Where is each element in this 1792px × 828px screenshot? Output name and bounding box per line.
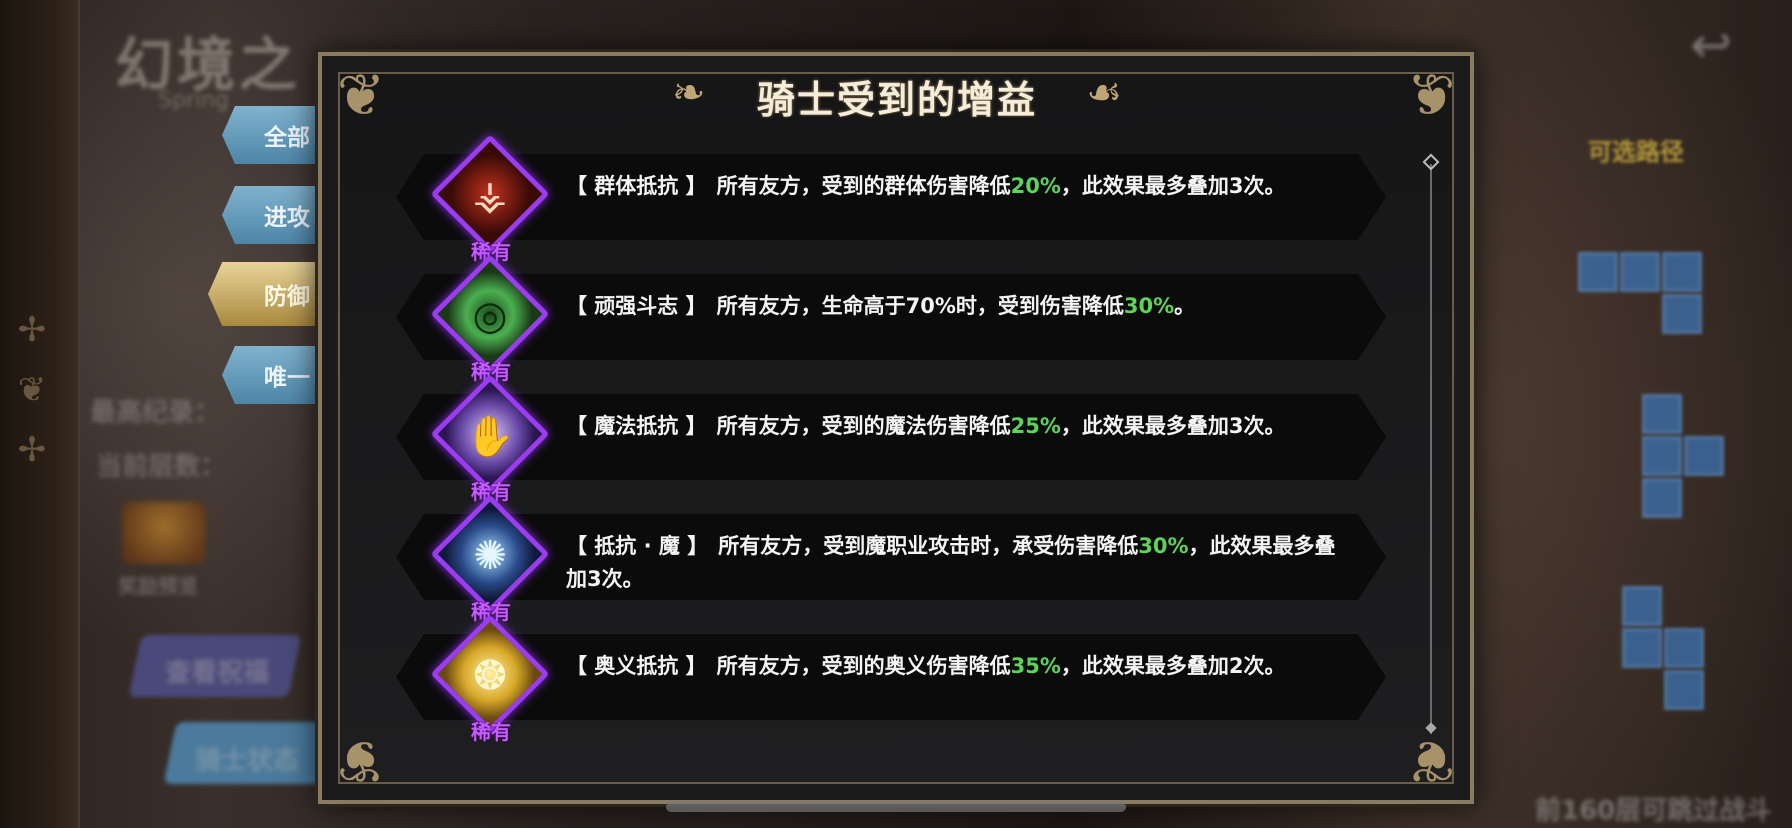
buff-percent: 30% — [1123, 294, 1175, 318]
golden-orb-icon: ❂ — [473, 653, 507, 699]
treasure-chest-icon[interactable] — [122, 502, 206, 564]
knight-status-label: 骑士状态 — [195, 746, 300, 776]
magic-shield-icon: ✺ — [473, 533, 507, 579]
buff-percent: 30% — [1138, 534, 1189, 558]
buff-percent: 35% — [1010, 654, 1061, 678]
reward-preview-label: 奖励预览 — [118, 574, 198, 598]
buff-description: 【 魔法抵抗 】所有友方，受到的魔法伤害降低25%，此效果最多叠加3次。 — [566, 414, 1286, 438]
corner-ornament-icon: ❦ — [336, 727, 386, 795]
back-arrow-icon[interactable]: ↩ — [1690, 20, 1760, 70]
buff-description: 【 奥义抵抗 】所有友方，受到的奥义伤害降低35%，此效果最多叠加2次。 — [566, 654, 1286, 678]
rarity-label: 稀有 — [471, 720, 511, 744]
optional-path-label: 可选路径 — [1588, 138, 1684, 166]
buff-icon-wrap: ◎ 稀有 — [430, 254, 550, 390]
best-record-label: 最高纪录： — [90, 398, 221, 428]
home-indicator[interactable] — [666, 802, 1126, 812]
buff-icon-wrap: ✺ 稀有 — [430, 494, 550, 630]
buff-description: 【 抵抗 · 魔 】所有友方，受到魔职业攻击时，承受伤害降低30%，此效果最多叠… — [566, 534, 1336, 591]
buff-name: 【 魔法抵抗 】 — [566, 414, 707, 438]
buff-percent: 20% — [1010, 174, 1061, 198]
magic-hand-icon: ✋ — [465, 413, 515, 460]
buff-description: 【 顽强斗志 】所有友方，生命高于70%时，受到伤害降低30%。 — [566, 294, 1196, 318]
claw-icon: ⚶ — [473, 173, 507, 219]
modal-title: 骑士受到的增益 — [756, 77, 1037, 122]
title-ornament-icon: ❧ — [672, 70, 706, 116]
skip-battle-hint: 前160层可跳过战斗 — [1535, 796, 1772, 826]
corner-ornament-icon: ❦ — [336, 61, 386, 129]
corner-ornament-icon: ❦ — [1406, 727, 1456, 795]
title-ornament-icon: ☙ — [1086, 70, 1122, 116]
buff-list-modal: ❦ ❦ ❦ ❦ ❧ 骑士受到的增益 ☙ ⚶ 稀有 【 群体抵抗 】所有友方，受到… — [318, 52, 1474, 804]
modal-header: ❧ 骑士受到的增益 ☙ — [672, 60, 1122, 132]
corner-ornament-icon: ❦ — [1406, 61, 1456, 129]
buff-description: 【 群体抵抗 】所有友方，受到的群体伤害降低20%，此效果最多叠加3次。 — [566, 174, 1286, 198]
buff-percent: 25% — [1010, 414, 1061, 438]
buff-icon-wrap: ⚶ 稀有 — [430, 134, 550, 270]
left-ornament-icon: ✢ ❦ ✢ — [17, 310, 47, 470]
background-subtitle: Spring — [158, 88, 229, 113]
buff-name: 【 群体抵抗 】 — [566, 174, 707, 198]
vortex-icon: ◎ — [472, 293, 508, 339]
buff-name: 【 奥义抵抗 】 — [566, 654, 707, 678]
left-frame: ✢ ❦ ✢ — [0, 0, 80, 828]
buff-name: 【 抵抗 · 魔 】 — [566, 534, 709, 558]
current-floor-label: 当前层数： — [96, 452, 227, 482]
view-blessing-label: 查看祝福 — [165, 658, 270, 688]
buff-icon-wrap: ✋ 稀有 — [430, 374, 550, 510]
scrollbar-track[interactable] — [1430, 164, 1432, 734]
buff-icon-wrap: ❂ 稀有 — [430, 614, 550, 750]
buff-name: 【 顽强斗志 】 — [566, 294, 707, 318]
